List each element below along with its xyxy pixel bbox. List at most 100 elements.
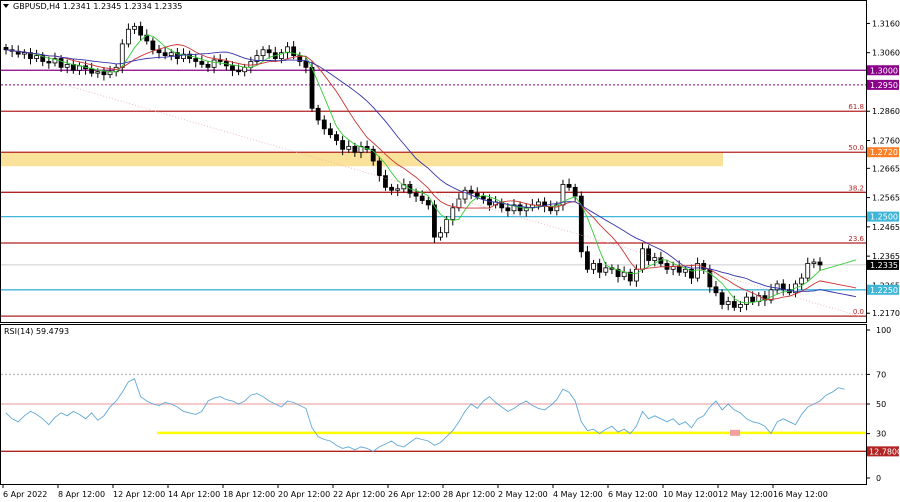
bear-candle-body (676, 265, 682, 273)
bull-candle-body (805, 263, 811, 279)
time-tick-label: 28 Apr 12:00 (443, 490, 495, 499)
price-badge-label: 1.2335 (870, 261, 898, 270)
bear-candle-body (205, 64, 211, 68)
bear-candle-body (303, 61, 309, 68)
candle (438, 226, 443, 241)
trend-line (59, 83, 861, 317)
ma-fast-line (5, 34, 857, 304)
price-tick-label: 1.2365 (872, 252, 900, 261)
candle (334, 131, 339, 146)
bear-candle-body (505, 207, 511, 212)
bear-candle-body (413, 192, 419, 197)
time-tick-label: 2 May 12:00 (498, 490, 548, 499)
rsi-marker (730, 429, 740, 436)
ma-slow-line (5, 49, 857, 298)
price-tick-label: 1.3160 (872, 19, 900, 28)
candle (744, 292, 749, 311)
candle (542, 197, 547, 213)
candle (126, 23, 131, 48)
bear-candle-body (425, 200, 431, 206)
bear-candle-body (309, 66, 315, 109)
time-tick-label: 20 Apr 12:00 (278, 490, 330, 499)
rsi-tick-label: 70 (876, 370, 886, 379)
bull-candle-body (438, 232, 443, 238)
bear-candle-body (383, 175, 388, 188)
bear-candle-body (138, 25, 144, 36)
rsi-title: RSI(14) 59.4793 (4, 327, 69, 336)
rsi-line (5, 378, 845, 452)
candle (132, 22, 137, 34)
price-tick-label: 1.2760 (872, 137, 900, 146)
bear-candle-body (474, 192, 480, 197)
bull-candle-body (34, 55, 40, 59)
bull-candle-body (456, 198, 462, 209)
bear-candle-body (750, 296, 756, 302)
bull-candle-body (260, 49, 266, 57)
bear-candle-body (162, 52, 168, 57)
bear-candle-body (236, 69, 241, 73)
bear-candle-body (58, 58, 64, 68)
candle (480, 192, 486, 204)
candles (3, 21, 823, 313)
bull-candle-body (652, 257, 658, 261)
bear-candle-body (585, 251, 590, 270)
bear-candle-body (230, 65, 235, 71)
candle (327, 122, 333, 139)
candle (383, 169, 388, 191)
candle (548, 200, 554, 215)
bear-candle-body (193, 58, 199, 62)
candle (64, 59, 70, 74)
bull-candle-body (132, 25, 137, 30)
bear-candle-body (719, 292, 725, 305)
rsi-tick-label: 0 (876, 474, 881, 483)
bull-candle-body (211, 59, 217, 68)
bull-candle-body (591, 263, 596, 270)
candle (395, 184, 401, 197)
bear-candle-body (156, 49, 162, 54)
time-tick-label: 10 May 12:00 (663, 490, 718, 499)
time-tick-label: 12 Apr 12:00 (113, 490, 165, 499)
rsi-tick-label: 100 (876, 326, 891, 335)
time-tick-label: 22 Apr 12:00 (333, 490, 385, 499)
time-tick-label: 6 Apr 2022 (3, 490, 47, 499)
bear-candle-body (468, 189, 474, 194)
bear-candle-body (646, 248, 652, 261)
chart-area: 61.850.038.223.60.0 1.31601.30601.29551.… (0, 0, 900, 499)
time-tick-label: 16 May 12:00 (773, 490, 828, 499)
time-tick-label: 12 May 12:00 (718, 490, 773, 499)
candle (254, 49, 260, 65)
candle (799, 273, 805, 290)
bull-candle-body (95, 71, 101, 74)
candle (285, 42, 290, 59)
fib-level-label: 38.2 (848, 184, 864, 192)
bull-candle-body (21, 52, 27, 55)
bull-candle-body (768, 289, 774, 301)
bear-candle-body (432, 204, 437, 238)
triangle-down-icon[interactable] (3, 4, 9, 8)
bear-candle-body (46, 61, 52, 64)
candle (811, 258, 817, 269)
candle (523, 203, 529, 217)
candle (597, 258, 603, 279)
time-tick-label: 4 May 12:00 (553, 490, 603, 499)
bull-candle-body (799, 277, 805, 285)
bear-candle-body (150, 40, 156, 51)
candle (725, 296, 731, 311)
bear-candle-body (566, 184, 572, 188)
candle (28, 48, 33, 65)
candle (389, 183, 394, 195)
candle (560, 179, 566, 211)
rsi-pane (0, 324, 867, 485)
bear-candle-body (321, 119, 327, 130)
rsi-level-badge-label: 12.7800 (869, 447, 900, 456)
bear-candle-body (731, 301, 737, 308)
candle (77, 62, 82, 75)
price-tick-label: 1.2465 (872, 223, 900, 232)
bull-candle-body (774, 283, 780, 291)
bear-candle-body (597, 263, 603, 273)
candle (591, 259, 596, 274)
candle (101, 67, 107, 81)
ma-mid-line (5, 44, 857, 300)
price-tick-label: 1.3060 (872, 49, 900, 58)
bull-candle-body (811, 261, 817, 264)
